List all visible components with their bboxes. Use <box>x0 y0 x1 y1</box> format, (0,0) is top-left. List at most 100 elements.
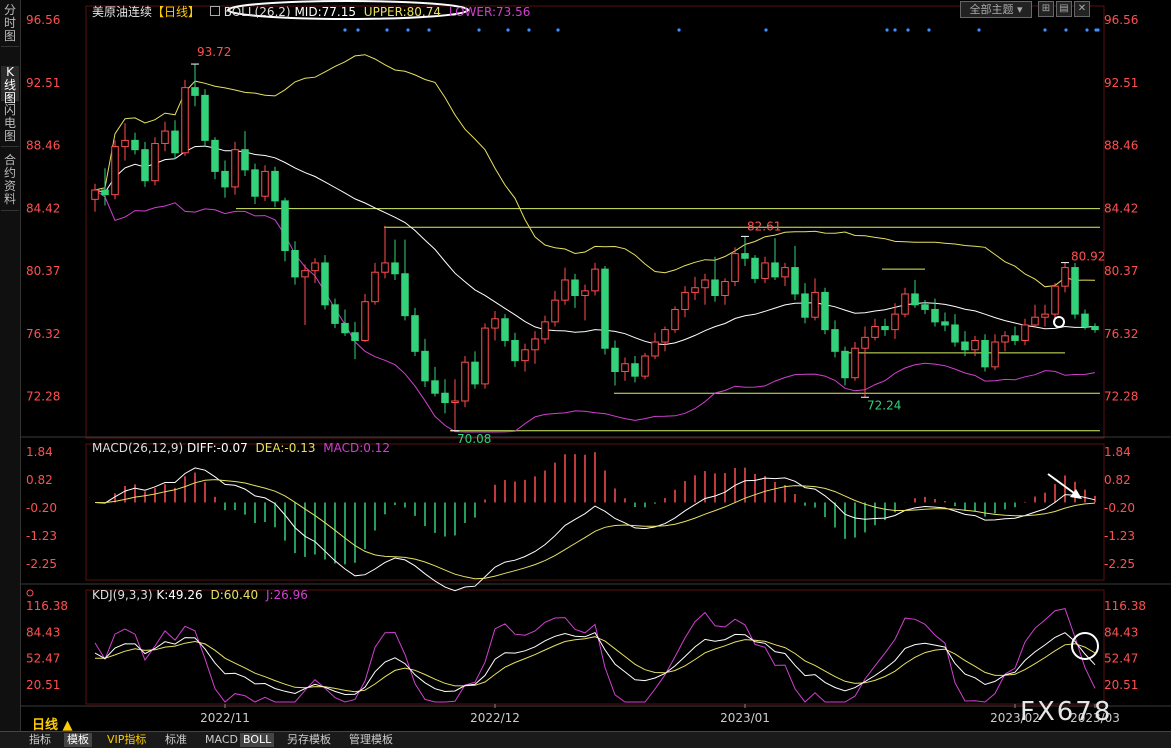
candle-body <box>891 313 899 331</box>
candle-body <box>461 361 469 402</box>
expand-icon[interactable]: ⊞ <box>1038 1 1054 17</box>
panel-frame-2 <box>85 589 1105 705</box>
candle-body <box>441 392 449 404</box>
candle-body <box>861 336 869 349</box>
price-tick-left: 76.32 <box>26 327 60 341</box>
tab-save-template[interactable]: 另存模板 <box>284 733 334 747</box>
macd-label: MACD(26,12,9) <box>92 441 184 455</box>
chevron-down-icon: ▾ <box>1016 3 1023 16</box>
candle-body <box>801 293 809 318</box>
candle-body <box>321 262 329 306</box>
kdj-tick-left: 116.38 <box>26 599 68 613</box>
candle-body <box>261 170 269 197</box>
price-tick-right: 72.28 <box>1104 390 1138 404</box>
boll-upper-value: UPPER:80.74 <box>363 5 441 19</box>
tab-intraday[interactable]: 分时图 <box>1 4 19 47</box>
price-tick-right: 80.37 <box>1104 264 1138 278</box>
macd-diff-value: DIFF:-0.07 <box>186 441 248 455</box>
annotation-mid-high: 82.61 <box>747 219 781 233</box>
candle-body <box>721 281 729 296</box>
candle-body <box>571 279 579 296</box>
price-tick-right: 88.46 <box>1104 139 1138 153</box>
macd-tick-right: 0.82 <box>1104 473 1131 487</box>
candle-body <box>641 355 649 377</box>
tab-vip-indicator[interactable]: VIP指标 <box>104 733 149 747</box>
candle-body <box>921 304 929 310</box>
candle-body <box>271 170 279 202</box>
signal-dot <box>385 28 389 32</box>
kdj-settings-icon <box>26 589 34 597</box>
tab-template[interactable]: 模板 <box>64 733 92 747</box>
boll-icon[interactable] <box>209 6 220 16</box>
price-tick-right: 84.42 <box>1104 201 1138 215</box>
period-tag: 【日线】 <box>152 5 201 19</box>
boll-lower-value: LOWER:73.56 <box>448 5 531 19</box>
candle-body <box>541 321 549 340</box>
signal-dot <box>406 28 410 32</box>
macd-tick-left: -0.20 <box>26 501 57 515</box>
price-tick-left: 72.28 <box>26 390 60 404</box>
tab-contract-info[interactable]: 合约资料 <box>1 154 19 211</box>
tab-standard[interactable]: 标准 <box>162 733 190 747</box>
tab-kline[interactable]: K线图 <box>1 66 19 105</box>
signal-dot <box>556 28 560 32</box>
price-tick-right: 96.56 <box>1104 13 1138 27</box>
candle-body <box>1021 324 1029 341</box>
theme-dropdown[interactable]: 全部主题 ▾ <box>960 1 1032 18</box>
tab-indicator[interactable]: 指标 <box>26 733 54 747</box>
signal-dot <box>527 28 531 32</box>
kdj-k-value: K:49.26 <box>156 588 203 602</box>
signal-dot <box>477 28 481 32</box>
price-tick-left: 84.42 <box>26 201 60 215</box>
close-icon[interactable]: ✕ <box>1074 1 1090 17</box>
candle-body <box>651 341 659 357</box>
candle-body <box>221 170 229 188</box>
candle-body <box>401 273 409 317</box>
candle-body <box>961 341 969 351</box>
x-tick-label: 2022/11 <box>200 711 250 725</box>
signal-dot <box>885 28 889 32</box>
tab-manage-template[interactable]: 管理模板 <box>346 733 396 747</box>
macd-header: MACD(26,12,9) DIFF:-0.07 DEA:-0.13 MACD:… <box>92 441 390 455</box>
kdj-tick-right: 116.38 <box>1104 599 1146 613</box>
signal-dot <box>506 28 510 32</box>
candle-body <box>141 149 149 182</box>
candle-body <box>1011 335 1019 341</box>
candle-body <box>761 262 769 279</box>
candle-body <box>521 349 529 362</box>
candle-body <box>851 347 859 379</box>
candle-body <box>381 262 389 273</box>
candle-body <box>281 200 289 252</box>
signal-dot <box>764 28 768 32</box>
x-tick-label: 2023/01 <box>720 711 770 725</box>
chart-area[interactable]: 96.56 96.56 92.51 92.51 88.46 88.46 84.42 84.42… <box>20 0 1171 731</box>
candle-body <box>511 339 519 362</box>
candle-body <box>201 94 209 141</box>
signal-dot <box>977 28 981 32</box>
candle-body <box>791 267 799 295</box>
grid-icon[interactable]: ▤ <box>1056 1 1072 17</box>
candle-body <box>871 326 879 338</box>
candle-body <box>151 142 159 182</box>
kdj-tick-left: 20.51 <box>26 678 60 692</box>
signal-dot <box>893 28 897 32</box>
watermark: FX678 <box>1020 697 1113 727</box>
kdj-tick-right: 20.51 <box>1104 678 1138 692</box>
tab-boll[interactable]: BOLL <box>240 733 275 747</box>
candle-body <box>771 262 779 278</box>
annotation-high: 93.72 <box>197 45 231 59</box>
kdj-highlight-circle <box>1071 632 1099 660</box>
candle-body <box>701 279 709 289</box>
macd-tick-right: -0.20 <box>1104 501 1135 515</box>
macd-panel <box>94 452 1096 592</box>
annotation-marks: 93.72 70.08 82.61 72.24 80.92 <box>26 0 1105 660</box>
kdj-tick-left: 84.43 <box>26 625 60 639</box>
candle-body <box>391 262 399 275</box>
candle-body <box>581 290 589 296</box>
candle-body <box>351 332 359 341</box>
price-tick-left: 80.37 <box>26 264 60 278</box>
candle-body <box>371 271 379 303</box>
tab-flash[interactable]: 闪电图 <box>1 104 19 147</box>
tab-macd[interactable]: MACD <box>202 733 241 747</box>
candle-body <box>501 318 509 341</box>
